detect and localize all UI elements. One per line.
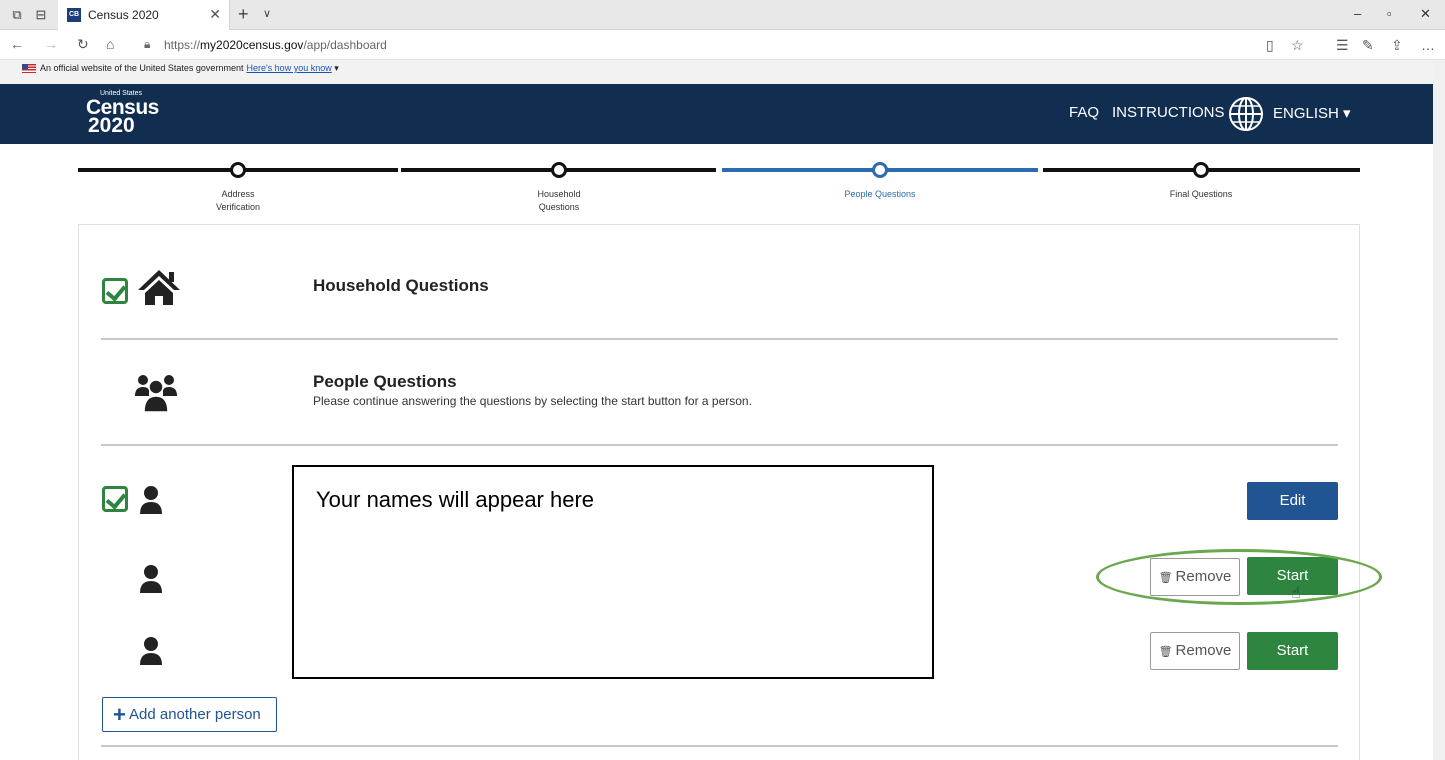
favorites-list-icon[interactable]: ☰ bbox=[1336, 37, 1349, 54]
url-text: https://my2020census.gov/app/dashboard bbox=[164, 38, 387, 52]
gov-banner-text: An official website of the United States… bbox=[40, 63, 339, 73]
census-favicon-icon: CB bbox=[67, 8, 81, 22]
reading-view-icon[interactable]: ▯ bbox=[1266, 37, 1274, 54]
start-person-3-button[interactable]: Start bbox=[1247, 632, 1338, 670]
trash-icon: 🗑︎ bbox=[1158, 646, 1173, 658]
minimize-icon[interactable]: – bbox=[1354, 6, 1361, 21]
restore-icon[interactable]: ▫ bbox=[1387, 6, 1392, 21]
step-dot-people bbox=[872, 162, 888, 178]
favorite-star-icon[interactable]: ☆ bbox=[1291, 37, 1304, 54]
step-dot-address bbox=[230, 162, 246, 178]
people-questions-subtitle: Please continue answering the questions … bbox=[313, 394, 752, 408]
close-tab-icon[interactable]: ✕ bbox=[209, 6, 221, 23]
person-icon bbox=[140, 637, 162, 665]
step-label-household: Household Questions bbox=[537, 189, 581, 212]
step-dot-household bbox=[551, 162, 567, 178]
address-bar: ← → ↻ ⌂ 🔒︎ https://my2020census.gov/app/… bbox=[0, 30, 1445, 60]
refresh-icon[interactable]: ↻ bbox=[77, 36, 89, 53]
names-placeholder-box: Your names will appear here bbox=[292, 465, 934, 679]
window-close-icon[interactable]: ✕ bbox=[1420, 6, 1431, 22]
more-options-icon[interactable]: … bbox=[1421, 37, 1435, 53]
language-dropdown[interactable]: ENGLISH ▾ bbox=[1273, 104, 1351, 122]
new-tab-icon[interactable]: + bbox=[238, 4, 249, 25]
browser-tab[interactable]: CB Census 2020 ✕ bbox=[58, 0, 230, 30]
step-label-address: Address Verification bbox=[215, 189, 261, 212]
divider bbox=[101, 745, 1338, 747]
globe-icon[interactable] bbox=[1228, 96, 1264, 132]
person-icon bbox=[140, 486, 162, 514]
tab-actions-icon[interactable]: ⧉ bbox=[9, 7, 25, 23]
household-complete-check-icon bbox=[102, 278, 128, 304]
step-label-people: People Questions bbox=[844, 189, 916, 199]
step-dot-final bbox=[1193, 162, 1209, 178]
person-icon bbox=[140, 565, 162, 593]
plus-icon: + bbox=[113, 702, 126, 727]
home-icon[interactable]: ⌂ bbox=[106, 36, 114, 52]
url-field[interactable]: 🔒︎ https://my2020census.gov/app/dashboar… bbox=[140, 34, 1310, 56]
divider bbox=[101, 338, 1338, 340]
how-you-know-link[interactable]: Here's how you know bbox=[246, 63, 331, 73]
back-icon[interactable]: ← bbox=[10, 36, 24, 52]
add-another-person-button[interactable]: + Add another person bbox=[102, 697, 277, 732]
set-tabs-aside-icon[interactable]: ⊟ bbox=[33, 7, 49, 23]
step-label-final: Final Questions bbox=[1169, 189, 1233, 199]
scrollbar[interactable] bbox=[1433, 60, 1445, 760]
us-flag-icon bbox=[22, 64, 36, 73]
people-questions-title: People Questions bbox=[313, 372, 457, 391]
tab-title: Census 2020 bbox=[88, 8, 159, 22]
people-group-icon bbox=[135, 375, 177, 412]
share-icon[interactable]: ⇪ bbox=[1391, 37, 1403, 54]
browser-tab-bar: ⧉ ⊟ CB Census 2020 ✕ + ∨ – ▫ ✕ bbox=[0, 0, 1445, 30]
site-header: United States Census 2020 FAQ INSTRUCTIO… bbox=[0, 84, 1445, 144]
divider bbox=[101, 444, 1338, 446]
person-1-complete-check-icon bbox=[102, 486, 128, 512]
house-icon bbox=[138, 270, 180, 305]
household-questions-title: Household Questions bbox=[313, 276, 489, 295]
instructions-link[interactable]: INSTRUCTIONS bbox=[1112, 104, 1225, 121]
gov-banner: An official website of the United States… bbox=[0, 60, 1445, 84]
names-placeholder-text: Your names will appear here bbox=[316, 487, 595, 512]
hand-cursor-icon: ☝︎ bbox=[1291, 585, 1301, 602]
pen-icon[interactable]: ✎ bbox=[1362, 37, 1374, 54]
remove-person-3-button[interactable]: 🗑︎ Remove bbox=[1150, 632, 1240, 670]
forward-icon[interactable]: → bbox=[44, 36, 58, 52]
lock-icon: 🔒︎ bbox=[144, 37, 151, 51]
chevron-down-icon[interactable]: ∨ bbox=[263, 7, 271, 20]
edit-person-1-button[interactable]: Edit bbox=[1247, 482, 1338, 520]
faq-link[interactable]: FAQ bbox=[1069, 104, 1099, 121]
highlight-ellipse bbox=[1096, 549, 1382, 605]
